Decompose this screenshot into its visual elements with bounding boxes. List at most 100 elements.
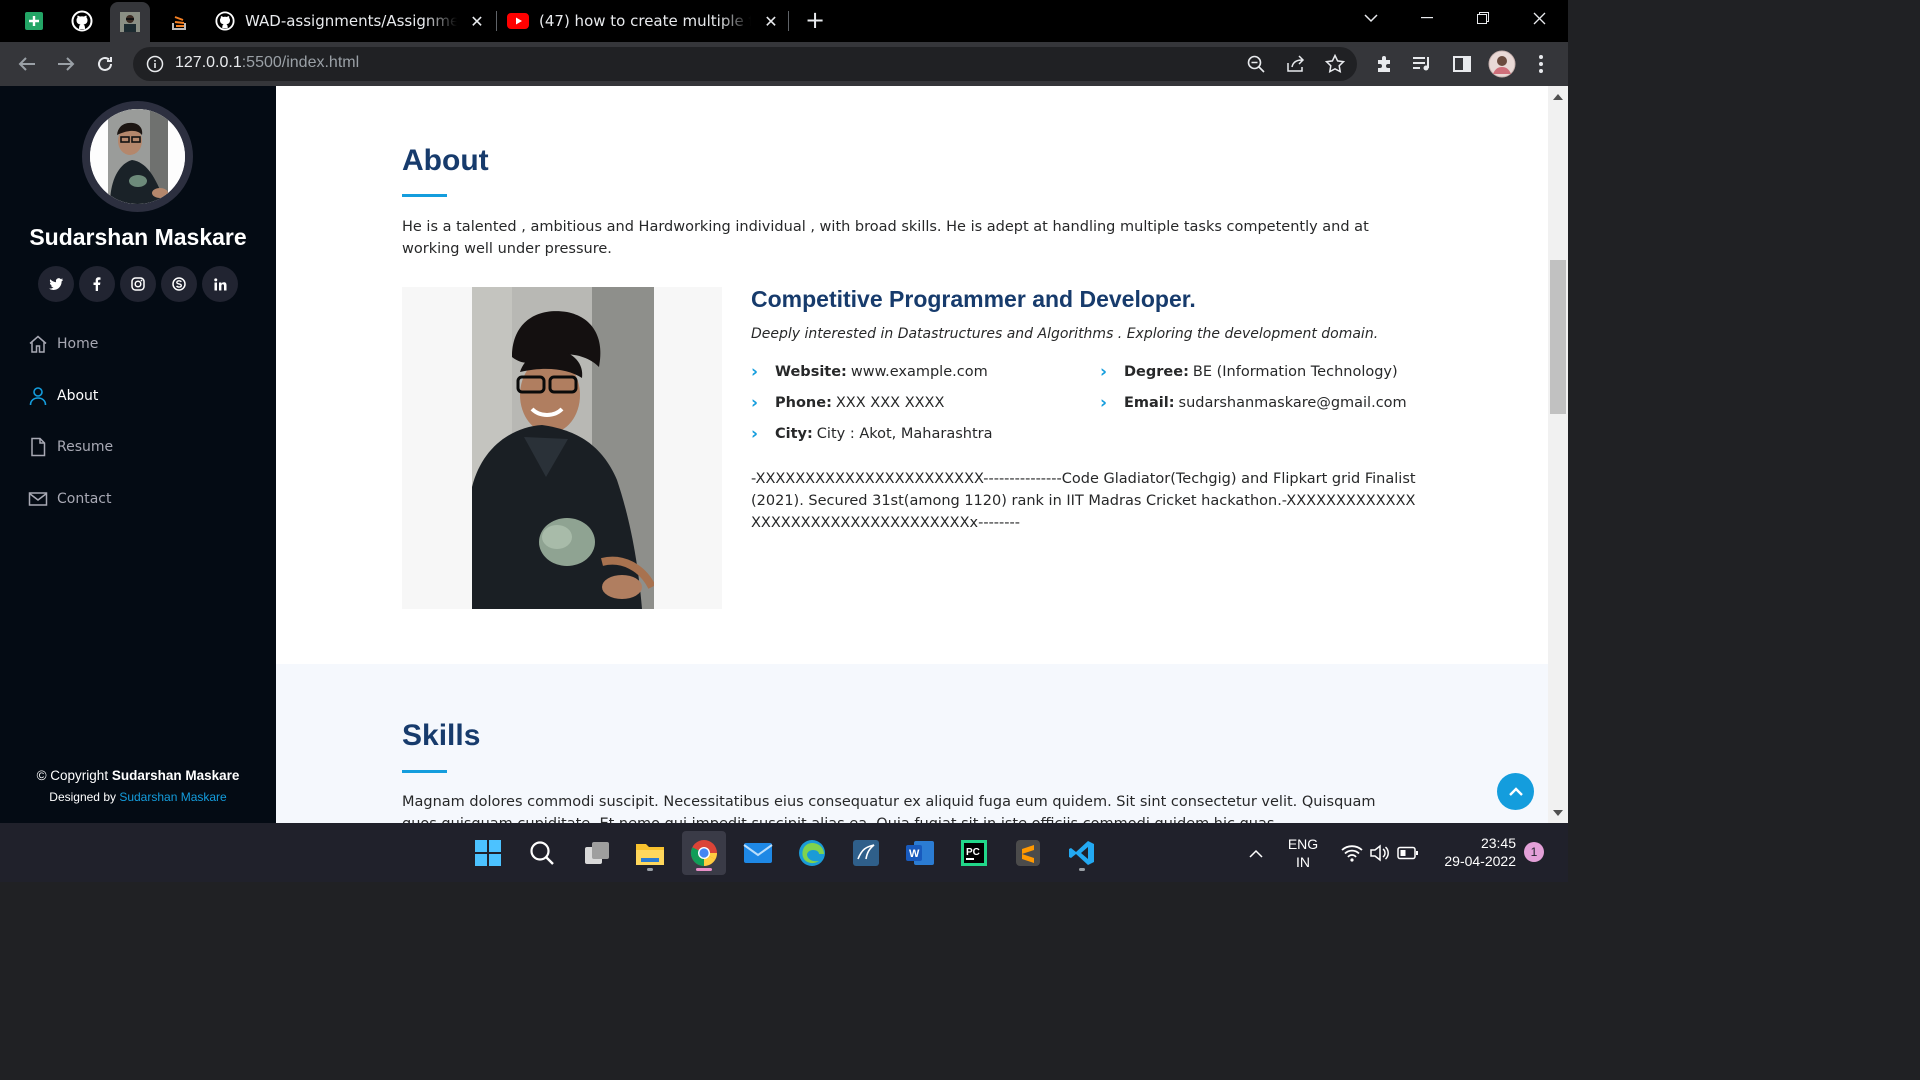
star-icon[interactable] (1325, 54, 1345, 74)
input-language-indicator[interactable]: ENG IN (1283, 835, 1323, 871)
chrome-app[interactable] (682, 831, 726, 875)
media-control-button[interactable] (1407, 49, 1437, 79)
designer-link[interactable]: Sudarshan Maskare (119, 790, 226, 804)
twitter-icon (49, 278, 63, 290)
skype-link[interactable] (161, 266, 197, 302)
profile-avatar (82, 101, 193, 212)
close-tab-icon[interactable]: ✕ (467, 11, 487, 31)
browser-toolbar: 127.0.0.1:5500/index.html (0, 42, 1568, 86)
chevron-right-icon: › (1100, 362, 1108, 382)
tab-wad-assignments[interactable]: WAD-assignments/Assignment 1 ✕ (205, 0, 487, 42)
taskbar: W PC ENG IN 23:45 29-04-2022 1 (0, 823, 1568, 882)
search-button[interactable] (520, 831, 564, 875)
close-window-button[interactable] (1511, 0, 1567, 36)
mail-app[interactable] (736, 831, 780, 875)
address-bar[interactable]: 127.0.0.1:5500/index.html (133, 47, 1357, 81)
forward-button[interactable] (51, 49, 81, 79)
profile-photo (90, 109, 185, 204)
skills-section: Skills Magnam dolores commodi suscipit. … (276, 664, 1548, 823)
page-scrollbar[interactable] (1548, 86, 1568, 823)
instagram-link[interactable] (120, 266, 156, 302)
reload-button[interactable] (90, 49, 120, 79)
social-links (38, 266, 238, 302)
nav-item-label: Contact (57, 490, 112, 507)
task-view-button[interactable] (575, 831, 619, 875)
sublime-app[interactable] (1006, 831, 1050, 875)
search-icon (530, 841, 554, 865)
svg-text:PC: PC (966, 847, 980, 858)
role-tagline: Deeply interested in Datastructures and … (751, 326, 1379, 342)
clock-date: 29-04-2022 (1444, 853, 1516, 869)
mysql-workbench-app[interactable] (844, 831, 888, 875)
nav-item-resume[interactable]: Resume (28, 435, 113, 459)
back-to-top-button[interactable] (1497, 773, 1534, 810)
chevron-right-icon: › (751, 424, 759, 444)
pycharm-app[interactable]: PC (952, 831, 996, 875)
word-app[interactable]: W (898, 831, 942, 875)
zoom-icon[interactable] (1247, 55, 1265, 73)
nav-item-home[interactable]: Home (28, 332, 113, 356)
tab-search-button[interactable] (1343, 0, 1399, 36)
youtube-icon (507, 13, 529, 29)
task-view-icon (585, 842, 609, 864)
reload-icon (98, 56, 112, 71)
pinned-tab-stackoverflow[interactable] (160, 5, 200, 37)
notification-badge[interactable]: 1 (1524, 842, 1544, 862)
show-hidden-icons-button[interactable] (1236, 831, 1276, 875)
close-icon (1533, 12, 1545, 24)
sidebar: Sudarshan Maskare Home About Resume Cont… (0, 86, 276, 823)
stackoverflow-icon (172, 16, 186, 30)
linkedin-link[interactable] (202, 266, 238, 302)
scrollbar-thumb[interactable] (1550, 260, 1566, 414)
edge-app[interactable] (790, 831, 834, 875)
menu-button[interactable] (1526, 49, 1556, 79)
restore-button[interactable] (1455, 0, 1511, 36)
info-icon[interactable] (146, 55, 164, 73)
nav-item-label: Home (57, 336, 99, 352)
file-explorer-app[interactable] (628, 831, 672, 875)
about-photo-frame (402, 287, 722, 609)
info-city: › City: City : Akot, Maharashtra (751, 424, 993, 444)
folder-icon (636, 844, 664, 865)
nav-item-contact[interactable]: Contact (28, 487, 113, 511)
pinned-tab-portfolio[interactable] (110, 2, 150, 42)
scroll-up-arrow[interactable] (1553, 94, 1563, 100)
heading-underline (402, 194, 447, 197)
info-phone: › Phone: XXX XXX XXXX (751, 393, 945, 413)
running-indicator (647, 868, 653, 871)
vscode-app[interactable] (1060, 831, 1104, 875)
minimize-button[interactable] (1399, 0, 1455, 36)
avatar-favicon-icon (120, 12, 140, 32)
vscode-icon (1069, 841, 1094, 865)
pinned-tab-sheets[interactable] (14, 5, 54, 37)
facebook-icon (93, 277, 101, 291)
linkedin-icon (213, 277, 226, 290)
close-tab-icon[interactable]: ✕ (761, 11, 781, 31)
extensions-button[interactable] (1369, 49, 1399, 79)
back-button[interactable] (12, 49, 42, 79)
skills-heading: Skills (402, 719, 481, 752)
about-description: -XXXXXXXXXXXXXXXXXXXXXXX---------------C… (751, 471, 1416, 531)
restore-icon (1477, 12, 1489, 24)
clock[interactable]: 23:45 29-04-2022 (1432, 834, 1522, 870)
pinned-tab-github[interactable] (62, 5, 102, 37)
minimize-icon (1421, 17, 1433, 19)
tab-youtube-video[interactable]: (47) how to create multiple folders ✕ (497, 0, 781, 42)
windows-icon (475, 840, 501, 866)
about-heading: About (402, 144, 489, 177)
arrow-up-icon (1508, 786, 1523, 796)
battery-icon (1397, 846, 1418, 860)
new-tab-button[interactable]: + (803, 8, 827, 33)
quick-settings-button[interactable] (1335, 831, 1425, 875)
mail-icon (743, 843, 773, 863)
twitter-link[interactable] (38, 266, 74, 302)
scroll-down-arrow[interactable] (1553, 810, 1563, 816)
tab-title: (47) how to create multiple folders (539, 12, 751, 30)
side-panel-button[interactable] (1447, 49, 1477, 79)
start-button[interactable] (466, 831, 510, 875)
profile-button[interactable] (1487, 49, 1517, 79)
about-photo (472, 287, 654, 609)
nav-item-about[interactable]: About (28, 384, 113, 408)
facebook-link[interactable] (79, 266, 115, 302)
share-icon[interactable] (1286, 55, 1306, 73)
